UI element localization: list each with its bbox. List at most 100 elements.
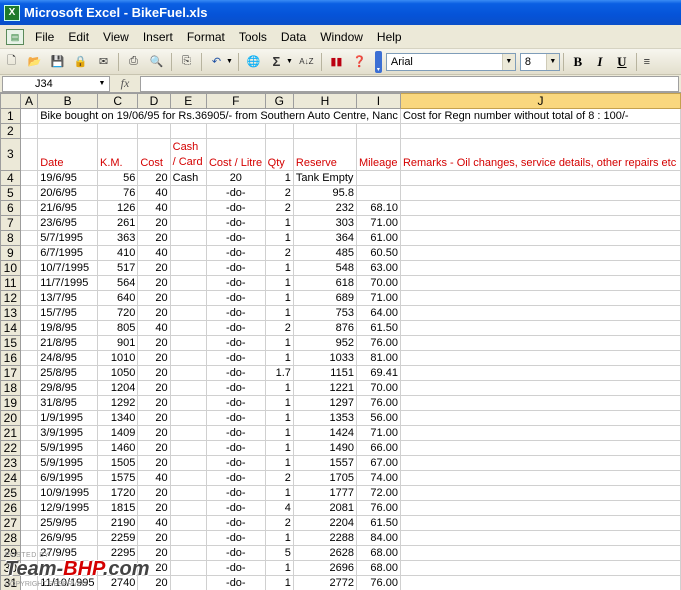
- column-header-h[interactable]: H: [292, 93, 357, 109]
- cell-g22[interactable]: 1: [264, 440, 294, 456]
- help-icon[interactable]: ❓: [349, 51, 370, 72]
- undo-icon[interactable]: ↶: [206, 51, 227, 72]
- cell-f10[interactable]: -do-: [205, 260, 266, 276]
- font-name-box[interactable]: Arial ▼: [385, 52, 516, 71]
- name-box-dropdown-icon[interactable]: ▼: [96, 78, 108, 90]
- cell-f15[interactable]: -do-: [205, 335, 266, 351]
- cell-i12[interactable]: 71.00: [355, 290, 401, 306]
- cell-d30[interactable]: 20: [137, 560, 171, 576]
- cell-i5[interactable]: [355, 185, 401, 201]
- cell-g15[interactable]: 1: [264, 335, 294, 351]
- cell-h20[interactable]: 1353: [292, 410, 357, 426]
- cell-d14[interactable]: 40: [137, 320, 171, 336]
- column-header-b[interactable]: B: [37, 93, 98, 109]
- permission-icon[interactable]: 🔒: [70, 51, 91, 72]
- row-header[interactable]: 11: [0, 275, 21, 291]
- cell-d6[interactable]: 40: [137, 200, 171, 216]
- cell-a29[interactable]: [19, 545, 39, 561]
- cell-g21[interactable]: 1: [264, 425, 294, 441]
- cell-i18[interactable]: 70.00: [355, 380, 401, 396]
- cell-e27[interactable]: [169, 515, 207, 531]
- cell-e16[interactable]: [169, 350, 207, 366]
- cell-b29[interactable]: 27/9/95: [37, 545, 98, 561]
- cell-d29[interactable]: 20: [137, 545, 171, 561]
- cell-g2[interactable]: [264, 123, 294, 139]
- cell-j22[interactable]: [399, 440, 681, 456]
- cell-h17[interactable]: 1151: [292, 365, 357, 381]
- cell-e28[interactable]: [169, 530, 207, 546]
- cell-c11[interactable]: 564: [96, 275, 139, 291]
- cell-c19[interactable]: 1292: [96, 395, 139, 411]
- cell-b14[interactable]: 19/8/95: [37, 320, 98, 336]
- menu-view[interactable]: View: [96, 27, 136, 47]
- cell-e13[interactable]: [169, 305, 207, 321]
- cell-d12[interactable]: 20: [137, 290, 171, 306]
- cell-b2[interactable]: [37, 123, 98, 139]
- cell-d7[interactable]: 20: [137, 215, 171, 231]
- cell-d18[interactable]: 20: [137, 380, 171, 396]
- cell-i15[interactable]: 76.00: [355, 335, 401, 351]
- cell-f14[interactable]: -do-: [205, 320, 266, 336]
- cell-a3[interactable]: [19, 138, 39, 171]
- row-header[interactable]: 19: [0, 395, 21, 411]
- cell-d21[interactable]: 20: [137, 425, 171, 441]
- cell-b1[interactable]: Bike bought on 19/06/95 for Rs.36905/- f…: [37, 108, 401, 124]
- row-header[interactable]: 29: [0, 545, 21, 561]
- cell-a22[interactable]: [19, 440, 39, 456]
- cell-c14[interactable]: 805: [96, 320, 139, 336]
- cell-j30[interactable]: [399, 560, 681, 576]
- cell-d20[interactable]: 20: [137, 410, 171, 426]
- cell-e14[interactable]: [169, 320, 207, 336]
- chart-wizard-icon[interactable]: ▮▮: [326, 51, 347, 72]
- cell-g28[interactable]: 1: [264, 530, 294, 546]
- cell-d11[interactable]: 20: [137, 275, 171, 291]
- cell-i11[interactable]: 70.00: [355, 275, 401, 291]
- cell-g10[interactable]: 1: [264, 260, 294, 276]
- cell-g11[interactable]: 1: [264, 275, 294, 291]
- undo-dropdown-icon[interactable]: ▼: [226, 58, 233, 65]
- cell-f19[interactable]: -do-: [205, 395, 266, 411]
- cell-c27[interactable]: 2190: [96, 515, 139, 531]
- row-header[interactable]: 12: [0, 290, 21, 306]
- cell-d10[interactable]: 20: [137, 260, 171, 276]
- cell-e6[interactable]: [169, 200, 207, 216]
- cell-a1[interactable]: [19, 108, 39, 124]
- row-header[interactable]: 3: [0, 138, 21, 171]
- cell-i3[interactable]: Mileage: [355, 138, 401, 171]
- cell-c17[interactable]: 1050: [96, 365, 139, 381]
- cell-c30[interactable]: [96, 560, 139, 576]
- cell-a25[interactable]: [19, 485, 39, 501]
- cell-c3[interactable]: K.M.: [96, 138, 139, 171]
- cell-e26[interactable]: [169, 500, 207, 516]
- cell-b31[interactable]: 11/10/1995: [37, 575, 98, 590]
- cell-e29[interactable]: [169, 545, 207, 561]
- cell-d16[interactable]: 20: [137, 350, 171, 366]
- cell-d19[interactable]: 20: [137, 395, 171, 411]
- cell-c26[interactable]: 1815: [96, 500, 139, 516]
- cell-g17[interactable]: 1.7: [264, 365, 294, 381]
- cell-c22[interactable]: 1460: [96, 440, 139, 456]
- cell-c10[interactable]: 517: [96, 260, 139, 276]
- cell-b17[interactable]: 25/8/95: [37, 365, 98, 381]
- cell-c25[interactable]: 1720: [96, 485, 139, 501]
- cell-i2[interactable]: [355, 123, 401, 139]
- cell-j23[interactable]: [399, 455, 681, 471]
- insert-function-icon[interactable]: fx: [110, 76, 140, 91]
- cell-i9[interactable]: 60.50: [355, 245, 401, 261]
- formula-input[interactable]: [140, 75, 679, 92]
- cell-b22[interactable]: 5/9/1995: [37, 440, 98, 456]
- cell-j11[interactable]: [399, 275, 681, 291]
- cell-h18[interactable]: 1221: [292, 380, 357, 396]
- row-header[interactable]: 1: [0, 108, 21, 124]
- cell-c20[interactable]: 1340: [96, 410, 139, 426]
- cell-j7[interactable]: [399, 215, 681, 231]
- cell-c31[interactable]: 2740: [96, 575, 139, 590]
- row-header[interactable]: 6: [0, 200, 21, 216]
- cell-d25[interactable]: 20: [137, 485, 171, 501]
- menu-format[interactable]: Format: [180, 27, 232, 47]
- cell-f23[interactable]: -do-: [205, 455, 266, 471]
- cell-j26[interactable]: [399, 500, 681, 516]
- cell-a5[interactable]: [19, 185, 39, 201]
- column-header-j[interactable]: J: [399, 93, 681, 109]
- cell-d9[interactable]: 40: [137, 245, 171, 261]
